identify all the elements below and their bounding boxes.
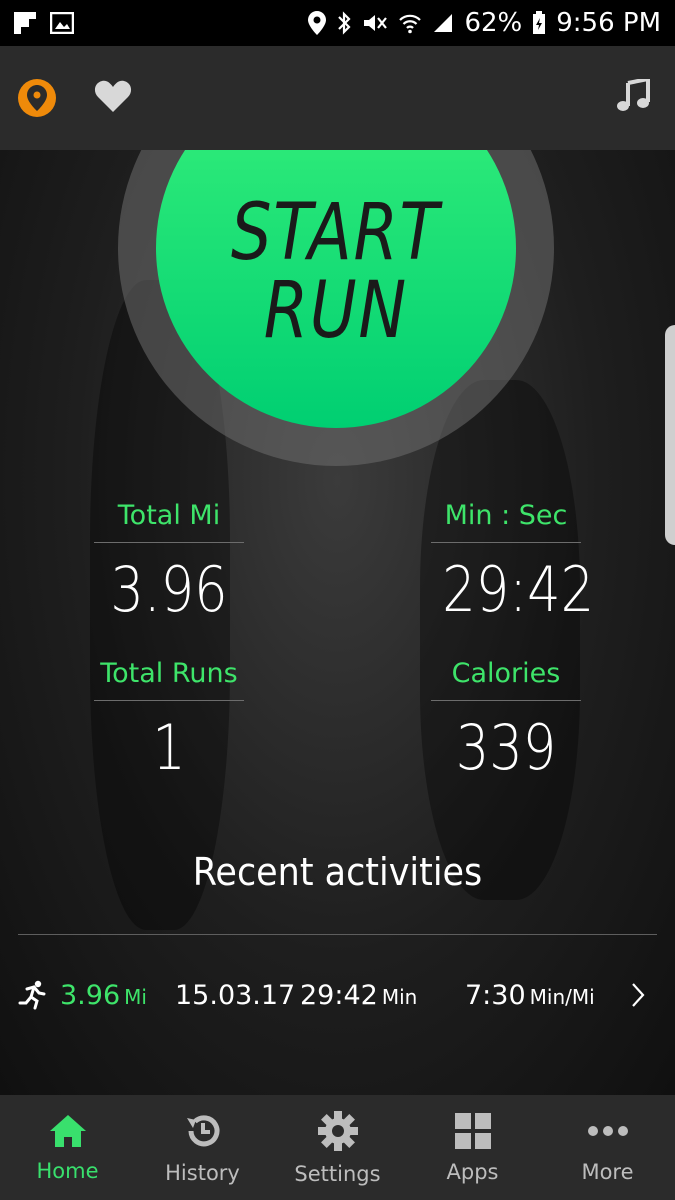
duration-unit: Min: [381, 984, 418, 1009]
pace-unit: Min/Mi: [529, 984, 595, 1009]
apps-grid-icon: [454, 1112, 492, 1154]
app-header: [0, 46, 675, 150]
activity-distance: 3.96 Mi: [60, 980, 175, 1011]
nav-settings[interactable]: Settings: [270, 1095, 405, 1200]
activity-duration: 29:42 Min: [300, 980, 465, 1011]
bottom-navigation: Home History Settings Apps More: [0, 1095, 675, 1200]
distance-unit: Mi: [124, 984, 147, 1009]
nav-home[interactable]: Home: [0, 1095, 135, 1200]
stat-value: 1: [152, 711, 186, 784]
stat-total-runs: Total Runs 1: [94, 652, 244, 783]
stat-value: 339: [455, 711, 557, 784]
divider: [431, 542, 581, 543]
activity-pace: 7:30 Min/Mi: [465, 980, 630, 1011]
start-label-line1: START: [231, 188, 441, 278]
nav-history[interactable]: History: [135, 1095, 270, 1200]
stat-calories: Calories 339: [431, 652, 581, 783]
recent-activities-title: Recent activities: [192, 850, 483, 894]
chevron-right-icon[interactable]: [630, 982, 646, 1008]
battery-percent: 62%: [464, 8, 523, 38]
more-dots-icon: [587, 1112, 629, 1154]
history-icon: [183, 1111, 223, 1155]
image-icon: [50, 12, 74, 34]
start-label-line2: RUN: [263, 266, 409, 356]
stat-min-sec: Min : Sec 29:42: [431, 494, 595, 626]
edge-panel-handle[interactable]: [665, 325, 675, 545]
gear-icon: [317, 1110, 359, 1156]
nav-more[interactable]: More: [540, 1095, 675, 1200]
location-icon: [308, 11, 327, 35]
distance-value: 3.96: [60, 979, 121, 1011]
nav-label: More: [581, 1159, 634, 1184]
pace-value: 7:30: [465, 979, 526, 1011]
nav-label: Apps: [446, 1159, 499, 1184]
stat-value: 3.96: [110, 553, 228, 626]
runner-icon: [18, 980, 60, 1010]
location-pin-icon[interactable]: [18, 79, 56, 117]
activity-date: 15.03.17: [175, 979, 296, 1011]
flipboard-icon: [14, 12, 36, 34]
divider: [94, 542, 244, 543]
divider: [94, 700, 244, 701]
battery-icon: [532, 11, 546, 35]
nav-label: Home: [36, 1158, 99, 1183]
background-runner-shape: [420, 380, 580, 900]
divider: [18, 934, 657, 935]
home-icon: [48, 1113, 88, 1153]
stat-total-mi: Total Mi 3.96: [94, 494, 244, 625]
wifi-icon: [398, 12, 422, 34]
heart-icon[interactable]: [94, 79, 132, 117]
nav-label: Settings: [294, 1161, 381, 1186]
signal-icon: [432, 12, 454, 34]
main-content: START RUN Total Mi 3.96 Min : Sec 29:42 …: [0, 150, 675, 1095]
duration-value: 29:42: [300, 979, 378, 1011]
activity-row[interactable]: 3.96 Mi 15.03.17 29:42 Min 7:30 Min/Mi: [0, 970, 675, 1020]
stat-label: Min : Sec: [444, 500, 568, 531]
divider: [431, 700, 581, 701]
mute-icon: [362, 12, 388, 34]
stat-value: 29:42: [442, 553, 595, 626]
music-note-icon[interactable]: [617, 76, 651, 117]
clock: 9:56 PM: [556, 8, 661, 38]
bluetooth-icon: [336, 11, 352, 35]
nav-label: History: [165, 1160, 240, 1185]
status-bar: 62% 9:56 PM: [0, 0, 675, 46]
stat-label: Total Mi: [117, 500, 221, 531]
stat-label: Total Runs: [100, 658, 238, 689]
nav-apps[interactable]: Apps: [405, 1095, 540, 1200]
stat-label: Calories: [451, 658, 561, 689]
